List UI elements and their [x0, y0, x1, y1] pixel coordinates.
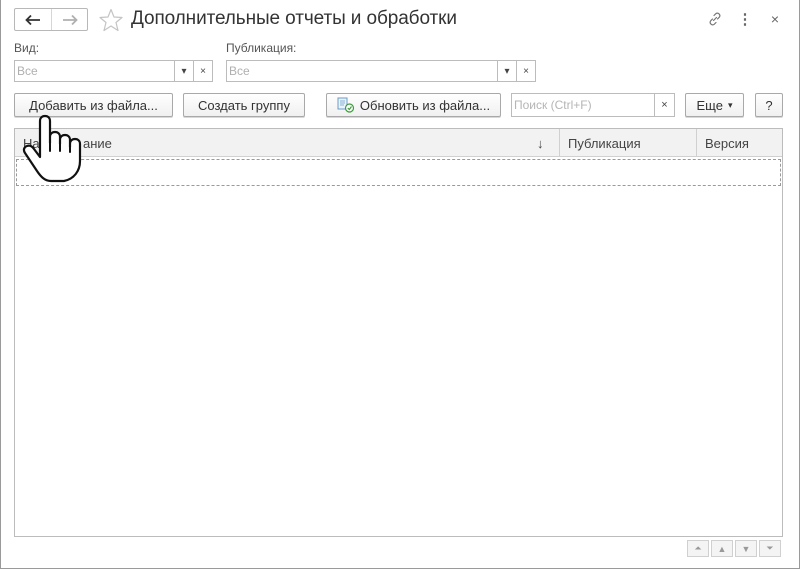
sort-desc-icon[interactable]: ↓ — [537, 129, 544, 157]
kind-input[interactable]: Все — [14, 60, 175, 82]
close-icon[interactable]: × — [765, 9, 785, 29]
create-group-button[interactable]: Создать группу — [183, 93, 305, 117]
publication-dropdown-button[interactable]: ▾ — [498, 60, 517, 82]
update-from-file-label: Обновить из файла... — [359, 97, 491, 113]
forward-button[interactable] — [51, 9, 87, 30]
star-icon[interactable] — [98, 7, 124, 33]
column-publication-header[interactable]: Публикация — [568, 129, 641, 157]
link-icon — [709, 12, 721, 26]
arrow-left-icon — [25, 14, 40, 25]
kind-clear-button[interactable]: × — [194, 60, 213, 82]
navigation-buttons — [14, 8, 88, 31]
table-row-focused-empty[interactable] — [16, 159, 781, 186]
first-page-button[interactable]: ⏶ — [687, 540, 709, 557]
back-button[interactable] — [15, 9, 51, 30]
search-clear-button[interactable]: × — [655, 93, 675, 117]
table-header: Наименование ание ↓ Публикация Версия — [15, 129, 782, 157]
column-divider — [559, 129, 560, 157]
kind-field: Все ▾ × — [14, 60, 213, 82]
page-down-button[interactable]: ▼ — [735, 540, 757, 557]
arrow-right-icon — [62, 14, 78, 25]
search-field: Поиск (Ctrl+F) × — [511, 93, 675, 117]
more-button[interactable]: Еще ▾ — [685, 93, 744, 117]
publication-input[interactable]: Все — [226, 60, 498, 82]
column-divider — [696, 129, 697, 157]
update-file-icon — [337, 97, 355, 113]
update-from-file-button[interactable]: Обновить из файла... — [326, 93, 501, 117]
kind-label: Вид: — [14, 41, 40, 55]
publication-clear-button[interactable]: × — [517, 60, 536, 82]
chevron-down-icon: ▾ — [727, 99, 733, 110]
data-table[interactable]: Наименование ание ↓ Публикация Версия — [14, 128, 783, 537]
table-pagination: ⏶ ▲ ▼ ⏷ — [14, 537, 783, 559]
more-label: Еще — [696, 97, 723, 113]
publication-field: Все ▾ × — [226, 60, 536, 82]
window: Дополнительные отчеты и обработки ⋮ × Ви… — [0, 0, 800, 569]
column-version-header[interactable]: Версия — [705, 129, 749, 157]
column-name-visible-label: ание — [83, 135, 112, 151]
page-title: Дополнительные отчеты и обработки — [131, 8, 457, 29]
page-up-button[interactable]: ▲ — [711, 540, 733, 557]
search-input[interactable]: Поиск (Ctrl+F) — [511, 93, 655, 117]
publication-label: Публикация: — [226, 41, 297, 55]
link-button[interactable] — [705, 9, 725, 29]
column-name-header[interactable]: ание — [83, 129, 553, 157]
kind-dropdown-button[interactable]: ▾ — [175, 60, 194, 82]
last-page-button[interactable]: ⏷ — [759, 540, 781, 557]
more-vertical-icon[interactable]: ⋮ — [735, 9, 755, 29]
help-button[interactable]: ? — [755, 93, 783, 117]
hand-pointer-icon — [22, 114, 82, 183]
